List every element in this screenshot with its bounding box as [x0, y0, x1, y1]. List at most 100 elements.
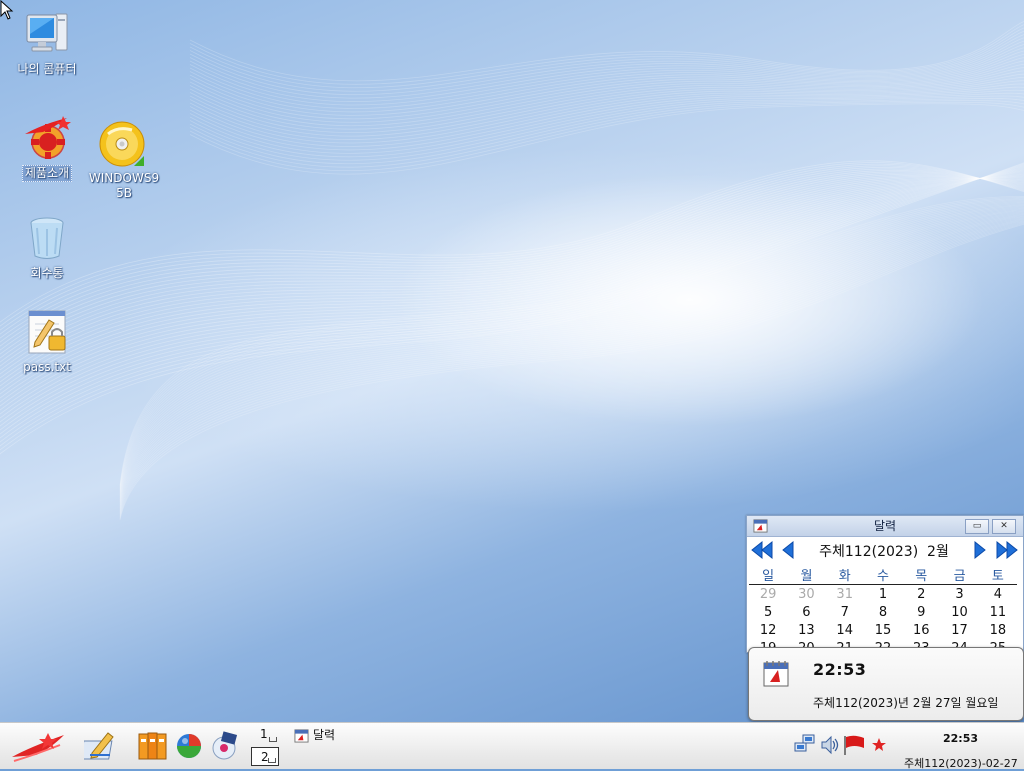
calendar-day-cell[interactable]: 17 — [940, 621, 978, 639]
wallpaper-wave-line — [119, 219, 1024, 515]
web-browser-icon[interactable] — [176, 733, 202, 759]
wallpaper-wave-line — [0, 173, 1024, 359]
calendar-day-cell[interactable]: 13 — [787, 621, 825, 639]
wallpaper-wave-line — [0, 177, 1024, 383]
file-manager-icon[interactable] — [138, 731, 168, 761]
calendar-day-cell[interactable]: 8 — [864, 603, 902, 621]
wallpaper-wave-line — [0, 172, 1024, 355]
workspace-2[interactable]: 2 — [251, 747, 279, 766]
weekday-header: 화 — [825, 565, 864, 585]
calendar-icon — [763, 661, 789, 687]
calendar-titlebar[interactable]: 달력 ▭ ✕ — [747, 516, 1023, 537]
desktop-icon-label: WINDOWS95B — [88, 171, 160, 200]
calendar-day-cell[interactable]: 9 — [902, 603, 940, 621]
weekday-header: 수 — [863, 565, 903, 585]
prev-year-icon[interactable] — [750, 540, 774, 560]
cd-drive-icon — [98, 120, 146, 168]
volume-icon[interactable] — [820, 734, 840, 756]
next-year-icon[interactable] — [995, 540, 1019, 560]
workspace-window-preview — [268, 758, 276, 763]
wallpaper-wave-line — [189, 77, 1024, 140]
workspace-label: 1 — [260, 727, 268, 741]
calendar-day-cell[interactable]: 14 — [826, 621, 864, 639]
notification-date: 주체112(2023)년 2월 27일 월요일 — [813, 696, 999, 710]
clock-notification[interactable]: 22:53 주체112(2023)년 2월 27일 월요일 — [748, 647, 1024, 721]
calendar-day-cell[interactable]: 4 — [979, 585, 1017, 604]
calendar-day-cell[interactable]: 16 — [902, 621, 940, 639]
calendar-window[interactable]: 달력 ▭ ✕ 주체112(2023) 2월 일월화수목금토 29 30 31 1 2 3 4… — [746, 515, 1024, 653]
calendar-month-label: 주체112(2023) 2월 — [819, 544, 949, 560]
desktop-icon-label: 제품소개 — [21, 165, 73, 182]
taskbar: 1 2 달력 22:53 주체112(2023)-02-27 — [0, 722, 1024, 771]
close-button[interactable]: ✕ — [992, 519, 1016, 534]
calendar-week-row: 12 13 14 15 16 17 18 — [749, 621, 1017, 639]
calendar-day-cell[interactable]: 18 — [979, 621, 1017, 639]
text-editor-icon[interactable] — [84, 729, 118, 761]
wallpaper-wave-line — [0, 177, 1024, 387]
calendar-day-cell[interactable]: 11 — [979, 603, 1017, 621]
wallpaper-wave-line — [119, 208, 1024, 501]
calendar-day-cell[interactable]: 10 — [940, 603, 978, 621]
locked-text-file-icon — [23, 308, 71, 356]
redstar-product-icon — [23, 114, 71, 162]
calendar-nav: 주체112(2023) 2월 — [747, 537, 1023, 563]
calendar-app-icon — [753, 519, 768, 533]
workspace-1[interactable]: 1 — [251, 725, 279, 744]
wallpaper-wave-line — [189, 101, 1024, 171]
desktop-icon-pass-txt[interactable]: pass.txt — [11, 308, 83, 375]
weekday-header: 일 — [749, 565, 788, 585]
calendar-day-cell[interactable]: 7 — [826, 603, 864, 621]
maximize-button[interactable]: ▭ — [965, 519, 989, 534]
wallpaper-wave-line — [119, 215, 1024, 510]
desktop-icon-product-intro[interactable]: 제품소개 — [11, 114, 83, 182]
weekday-header: 금 — [940, 565, 979, 585]
desktop-icon-label: pass.txt — [23, 360, 71, 374]
taskbar-clock-date[interactable]: 주체112(2023)-02-27 — [904, 755, 1018, 771]
calendar-day-cell[interactable]: 12 — [749, 621, 787, 639]
trash-icon — [23, 214, 71, 262]
workspace-window-preview — [269, 737, 277, 742]
desktop-icon-windows95b[interactable]: WINDOWS95B — [86, 120, 159, 201]
taskbar-clock-time[interactable]: 22:53 — [943, 732, 978, 745]
network-icon[interactable] — [794, 734, 816, 754]
desktop-icon-trash[interactable]: 회수통 — [11, 214, 83, 281]
calendar-title: 달력 — [873, 519, 897, 533]
calendar-day-cell[interactable]: 5 — [749, 603, 787, 621]
computer-icon — [23, 10, 71, 58]
calendar-day-cell[interactable]: 31 — [826, 585, 864, 604]
notification-time: 22:53 — [813, 660, 867, 679]
calendar-app-icon — [294, 729, 309, 743]
wallpaper-wave-line — [119, 223, 1024, 521]
wallpaper-wave-line — [0, 172, 1024, 411]
calendar-day-cell[interactable]: 1 — [864, 585, 902, 604]
next-month-icon[interactable] — [973, 540, 987, 560]
calendar-week-row: 29 30 31 1 2 3 4 — [749, 585, 1017, 604]
calendar-day-cell[interactable]: 2 — [902, 585, 940, 604]
weekday-header: 토 — [978, 565, 1017, 585]
wallpaper-wave-line — [0, 169, 1024, 423]
wallpaper-wave-line — [0, 175, 1024, 395]
calendar-day-cell[interactable]: 30 — [787, 585, 825, 604]
media-player-icon[interactable] — [210, 731, 238, 761]
desktop-icon-my-computer[interactable]: 나의 콤퓨터 — [11, 10, 83, 77]
taskbar-window-label: 달력 — [313, 728, 336, 742]
calendar-day-cell[interactable]: 15 — [864, 621, 902, 639]
taskbar-window-calendar[interactable]: 달력 — [294, 726, 335, 746]
desktop-icon-label: 나의 콤퓨터 — [17, 62, 77, 76]
calendar-week-row: 5 6 7 8 9 10 11 — [749, 603, 1017, 621]
prev-month-icon[interactable] — [781, 540, 795, 560]
weekday-header: 월 — [787, 565, 826, 585]
weekday-header: 목 — [902, 565, 941, 585]
wallpaper-wave-line — [189, 95, 1024, 161]
wallpaper-wave-line — [189, 83, 1024, 147]
keyboard-layout-flag-icon[interactable] — [842, 734, 866, 756]
redstar-menu-icon[interactable] — [10, 729, 68, 763]
wallpaper-wave-line — [119, 216, 1024, 511]
weekday-header-row: 일월화수목금토 — [749, 565, 1017, 585]
calendar-day-cell[interactable]: 6 — [787, 603, 825, 621]
calendar-day-cell[interactable]: 29 — [749, 585, 787, 604]
calendar-grid: 일월화수목금토 29 30 31 1 2 3 4 5 6 7 8 9 10 11 12 13 14 15 16 17 1… — [749, 565, 1017, 652]
redstar-tray-icon[interactable] — [871, 737, 887, 753]
desktop-icon-label: 회수통 — [30, 266, 64, 280]
calendar-day-cell[interactable]: 3 — [940, 585, 978, 604]
